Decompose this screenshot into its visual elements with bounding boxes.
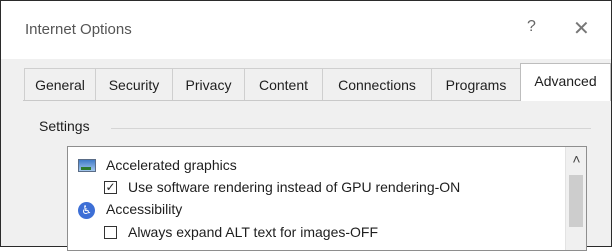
tab-connections[interactable]: Connections bbox=[322, 68, 432, 100]
title-bar: Internet Options ? ✕ bbox=[1, 1, 611, 59]
settings-list[interactable]: Accelerated graphics ✓ Use software rend… bbox=[67, 146, 587, 251]
tab-advanced[interactable]: Advanced bbox=[520, 63, 611, 101]
help-button[interactable]: ? bbox=[527, 18, 536, 36]
expand-alt-text-checkbox[interactable] bbox=[104, 226, 117, 239]
scroll-up-arrow-icon[interactable]: ˄ bbox=[566, 151, 586, 167]
option-label[interactable]: Use software rendering instead of GPU re… bbox=[128, 179, 460, 195]
option-expand-alt-text[interactable]: Always expand ALT text for images-OFF bbox=[68, 224, 563, 242]
tab-security[interactable]: Security bbox=[95, 68, 173, 100]
scroll-thumb[interactable] bbox=[569, 175, 583, 227]
settings-group-divider bbox=[111, 128, 591, 129]
category-label: Accelerated graphics bbox=[106, 157, 237, 173]
monitor-icon bbox=[78, 159, 96, 172]
tab-content[interactable]: Content bbox=[244, 68, 323, 100]
tab-privacy[interactable]: Privacy bbox=[172, 68, 245, 100]
option-label[interactable]: Always expand ALT text for images-OFF bbox=[128, 224, 378, 240]
vertical-scrollbar[interactable]: ˄ bbox=[565, 147, 586, 250]
category-accessibility: ♿ Accessibility bbox=[68, 201, 563, 219]
accessibility-icon: ♿ bbox=[78, 202, 95, 219]
close-button[interactable]: ✕ bbox=[573, 16, 590, 41]
tab-general[interactable]: General bbox=[24, 68, 96, 100]
category-accelerated-graphics: Accelerated graphics bbox=[68, 157, 563, 175]
software-rendering-checkbox[interactable]: ✓ bbox=[104, 181, 117, 194]
internet-options-dialog: Internet Options ? ✕ General Security Pr… bbox=[0, 0, 612, 251]
advanced-tab-panel: Settings Accelerated graphics ✓ Use soft… bbox=[1, 105, 611, 251]
window-title: Internet Options bbox=[25, 21, 132, 38]
option-software-rendering[interactable]: ✓ Use software rendering instead of GPU … bbox=[68, 179, 563, 197]
tab-strip: General Security Privacy Content Connect… bbox=[1, 59, 611, 105]
tab-programs[interactable]: Programs bbox=[431, 68, 521, 100]
category-label: Accessibility bbox=[106, 201, 183, 217]
settings-group-label: Settings bbox=[39, 118, 90, 134]
